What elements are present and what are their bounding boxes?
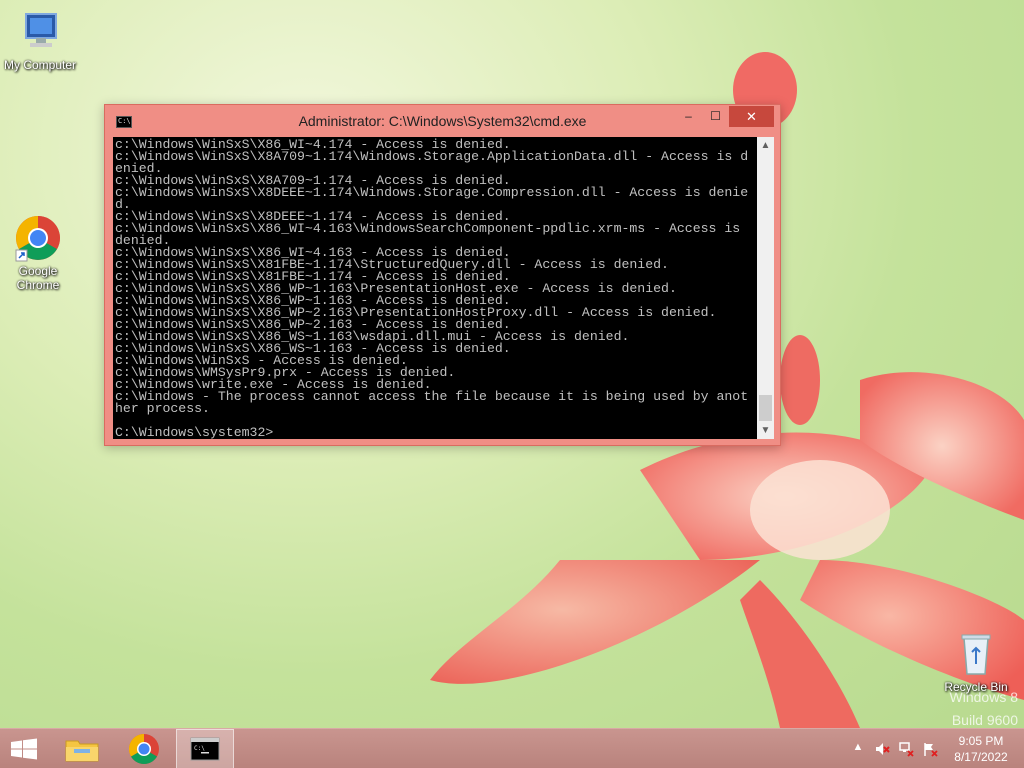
taskbar: C:\ ▲ 9:05 PM 8/17/2022	[0, 728, 1024, 768]
close-button[interactable]: ✕	[729, 106, 774, 127]
chrome-icon	[128, 734, 159, 765]
desktop-icon-recycle-bin[interactable]: Recycle Bin	[936, 630, 1016, 694]
windows-logo-icon	[11, 738, 37, 760]
desktop-icon-label: Recycle Bin	[944, 680, 1008, 694]
console-line: c:\Windows\WinSxS\X8DEEE~1.174\Windows.S…	[115, 185, 749, 200]
scrollbar-thumb[interactable]	[759, 395, 772, 421]
console-line: c:\Windows - The process cannot access t…	[115, 389, 749, 404]
chrome-icon	[14, 214, 62, 262]
console-output[interactable]: c:\Windows\WinSxS\X86_WI~4.174 - Access …	[113, 137, 757, 439]
scroll-down-icon[interactable]: ▼	[757, 422, 774, 439]
start-button[interactable]	[0, 729, 48, 768]
cmd-icon: C:\	[190, 737, 220, 761]
recycle-bin-icon	[952, 630, 1000, 678]
console-line: C:\Windows\system32>	[115, 425, 274, 439]
clock-date: 8/17/2022	[954, 750, 1008, 764]
taskbar-clock[interactable]: 9:05 PM 8/17/2022	[944, 733, 1018, 765]
console-line: her process.	[115, 401, 210, 416]
clock-time: 9:05 PM	[958, 734, 1004, 748]
console-line: c:\Windows\WinSxS\X8A709~1.174\Windows.S…	[115, 149, 749, 164]
speaker-muted-icon[interactable]	[874, 741, 890, 757]
window-titlebar[interactable]: C:\ Administrator: C:\Windows\System32\c…	[105, 105, 780, 137]
taskbar-file-explorer[interactable]	[52, 729, 112, 768]
desktop-icon-label: Google Chrome	[16, 264, 60, 292]
vertical-scrollbar[interactable]: ▲ ▼	[757, 137, 774, 439]
cmd-window[interactable]: C:\ Administrator: C:\Windows\System32\c…	[104, 104, 781, 446]
network-icon[interactable]	[898, 741, 914, 757]
maximize-button[interactable]: ☐	[702, 106, 729, 127]
console-line: c:\Windows\WinSxS\X86_WI~4.163\WindowsSe…	[115, 221, 741, 236]
taskbar-google-chrome[interactable]	[114, 729, 174, 768]
action-center-icon[interactable]	[922, 741, 938, 757]
show-hidden-icons-button[interactable]: ▲	[850, 741, 866, 757]
svg-text:C:\: C:\	[194, 745, 205, 752]
desktop-icon-label: My Computer	[3, 58, 77, 72]
desktop-icon-google-chrome[interactable]: Google Chrome	[0, 214, 78, 292]
taskbar-command-prompt[interactable]: C:\	[176, 729, 234, 768]
scroll-up-icon[interactable]: ▲	[757, 137, 774, 154]
folder-icon	[65, 740, 99, 762]
desktop-icon-my-computer[interactable]: My Computer	[0, 8, 80, 72]
minimize-button[interactable]: –	[675, 106, 702, 127]
computer-icon	[16, 8, 64, 56]
